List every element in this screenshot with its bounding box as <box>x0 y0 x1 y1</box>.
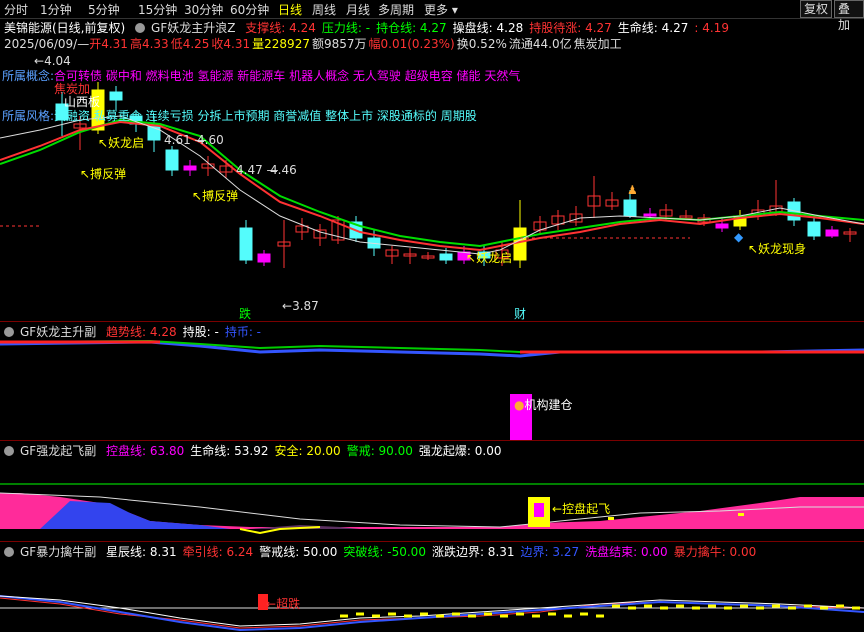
wash-marker <box>644 604 652 608</box>
tag-yaolong-start-2: ↖妖龙启 <box>466 251 513 265</box>
tag-institution-build: ●机构建仓 <box>514 398 573 412</box>
wash-marker <box>404 614 412 618</box>
period-tab-daily[interactable]: 日线 <box>278 1 302 18</box>
overlay-button[interactable]: 叠加 <box>834 0 864 32</box>
wash-marker <box>756 606 764 610</box>
period-tab-15min[interactable]: 15分钟 <box>138 1 177 18</box>
candle-body <box>825 229 839 237</box>
tag-fall: 跌 <box>239 307 252 321</box>
control-area-blue <box>40 501 230 529</box>
wash-marker <box>852 606 860 610</box>
wash-marker <box>676 604 684 608</box>
period-toolbar: 分时 1分钟 5分钟 15分钟 30分钟 60分钟 日线 周线 月线 多周期 更… <box>0 0 864 32</box>
restore-button[interactable]: 复权 <box>800 0 833 18</box>
marker-dash <box>738 513 744 516</box>
period-tab-multi[interactable]: 多周期 <box>378 1 414 18</box>
price-high-label: ←4.04 <box>34 54 71 68</box>
tag-rebound-2: ↖搏反弹 <box>192 189 239 203</box>
candle-body <box>183 165 197 171</box>
rise-fall-line <box>0 595 864 627</box>
star-line <box>0 595 864 632</box>
concept-label: 所属概念: <box>2 69 55 83</box>
period-tab-more[interactable]: 更多 ▾ <box>424 1 458 18</box>
candle-body <box>165 149 179 171</box>
candle-body <box>643 213 657 217</box>
wash-marker <box>596 614 604 618</box>
candle-body <box>715 223 729 229</box>
period-tab-60min[interactable]: 60分钟 <box>230 1 269 18</box>
wash-marker <box>516 612 524 616</box>
period-tab-30min[interactable]: 30分钟 <box>184 1 223 18</box>
wash-marker <box>740 604 748 608</box>
wash-marker <box>468 614 476 618</box>
style-label: 所属风格: <box>2 109 55 123</box>
tag-oversold: ←超跌 <box>266 597 301 611</box>
wash-marker <box>788 606 796 610</box>
candle-body <box>513 227 527 261</box>
tag-control-takeoff: ←控盘起飞 <box>552 502 611 516</box>
candle-body <box>109 91 123 101</box>
wash-marker <box>692 606 700 610</box>
wash-marker <box>564 614 572 618</box>
wash-marker <box>708 604 716 608</box>
sub2-chart[interactable] <box>0 441 864 541</box>
wash-marker <box>836 604 844 608</box>
candle-body <box>239 227 253 261</box>
candle-body <box>439 253 453 261</box>
chevron-down-icon: ▾ <box>451 3 458 17</box>
marker-dash <box>608 517 614 520</box>
diamond-icon: ◆ <box>734 230 744 244</box>
wash-marker <box>660 606 668 610</box>
price-d-label: 4.46 <box>270 163 297 177</box>
wash-marker <box>420 612 428 616</box>
wash-marker <box>580 612 588 616</box>
period-tab-monthly[interactable]: 月线 <box>346 1 370 18</box>
wash-marker <box>436 614 444 618</box>
wash-marker <box>452 612 460 616</box>
period-tab-1min[interactable]: 1分钟 <box>40 1 72 18</box>
wash-marker <box>388 612 396 616</box>
moneybag-icon: ● <box>514 398 525 412</box>
tag-yaolong-appear: ↖妖龙现身 <box>748 242 807 256</box>
wash-marker <box>548 612 556 616</box>
price-b-label: 4.60 <box>197 133 224 147</box>
takeoff-inner <box>534 503 544 517</box>
person-icon: ♟ <box>627 183 638 197</box>
wash-marker <box>532 614 540 618</box>
tag-finance: 财 <box>514 307 527 321</box>
wash-marker <box>484 612 492 616</box>
candle-body <box>623 199 637 217</box>
style-list: 资融资 私募重仓 连续亏损 分拆上市预期 商誉减值 整体上市 深股通标的 周期股 <box>54 109 477 123</box>
period-tab-5min[interactable]: 5分钟 <box>88 1 120 18</box>
candle-body <box>257 253 271 263</box>
concept-list: 合可转债 碳中和 燃料电池 氢能源 新能源车 机器人概念 无人驾驶 超级电容 储… <box>54 69 521 83</box>
wash-marker <box>772 604 780 608</box>
sub1-chart[interactable] <box>0 322 864 440</box>
wash-marker <box>804 604 812 608</box>
sub3-chart[interactable] <box>0 542 864 632</box>
wash-marker <box>340 614 348 618</box>
tag-rebound-1: ↖搏反弹 <box>80 167 127 181</box>
wash-marker <box>628 606 636 610</box>
wash-marker <box>820 606 828 610</box>
wash-marker <box>372 614 380 618</box>
wash-marker <box>500 614 508 618</box>
candlestick-chart[interactable] <box>0 20 864 320</box>
tag-yaolong-start: ↖妖龙启 <box>98 136 145 150</box>
period-tab-fenshi[interactable]: 分时 <box>4 1 28 18</box>
price-low-label: ←3.87 <box>282 299 319 313</box>
wash-marker <box>612 604 620 608</box>
wash-marker <box>724 606 732 610</box>
wash-marker <box>356 612 364 616</box>
candle-body <box>807 221 821 237</box>
period-tab-weekly[interactable]: 周线 <box>312 1 336 18</box>
